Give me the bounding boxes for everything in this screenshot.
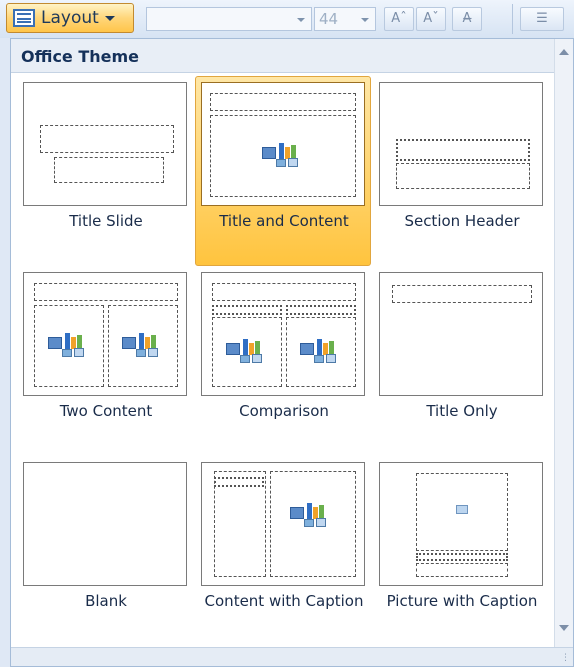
grow-font-label: Aˆ bbox=[391, 11, 407, 26]
caption-placeholder bbox=[214, 471, 266, 577]
layout-tile-content-with-caption[interactable]: Content with Caption bbox=[195, 456, 371, 646]
layout-tile-title-only[interactable]: Title Only bbox=[373, 266, 549, 456]
title-placeholder bbox=[392, 285, 532, 303]
content-icons bbox=[290, 503, 334, 527]
layout-label: Comparison bbox=[239, 402, 329, 420]
layout-tile-two-content[interactable]: Two Content bbox=[17, 266, 193, 456]
layout-tile-title-slide[interactable]: Title Slide bbox=[17, 76, 193, 266]
picture-icon bbox=[456, 505, 468, 514]
bullets-button[interactable]: ☰ bbox=[520, 7, 564, 31]
clear-formatting-button[interactable]: A̶ bbox=[452, 7, 482, 31]
layout-label: Blank bbox=[85, 592, 127, 610]
layout-tile-section-header[interactable]: Section Header bbox=[373, 76, 549, 266]
font-name-combo[interactable] bbox=[146, 7, 312, 31]
content-icons bbox=[300, 339, 344, 363]
layout-label: Picture with Caption bbox=[386, 592, 538, 610]
left-heading-placeholder bbox=[212, 305, 282, 315]
grow-font-button[interactable]: Aˆ bbox=[384, 7, 414, 31]
layout-icon bbox=[13, 9, 35, 27]
content-icons bbox=[48, 333, 92, 357]
clear-formatting-label: A̶ bbox=[462, 11, 472, 26]
layout-thumbnail bbox=[201, 462, 365, 586]
title-placeholder bbox=[212, 283, 356, 301]
layout-gallery-dropdown: Office Theme Title Slide Title and Conte… bbox=[10, 38, 574, 667]
layout-button-label: Layout bbox=[41, 8, 99, 28]
font-size-value: 44 bbox=[319, 10, 339, 28]
layout-label: Content with Caption bbox=[204, 592, 364, 610]
layout-thumbnail bbox=[379, 462, 543, 586]
gallery-scrollbar[interactable] bbox=[554, 39, 573, 649]
scroll-up-icon[interactable] bbox=[559, 49, 569, 55]
section-title: Office Theme bbox=[11, 39, 555, 73]
content-icons bbox=[226, 339, 270, 363]
gallery-footer: ⋮ bbox=[11, 647, 573, 666]
layout-thumbnail bbox=[201, 82, 365, 206]
layout-label: Title Only bbox=[426, 402, 498, 420]
layout-label: Section Header bbox=[404, 212, 520, 230]
layout-tile-blank[interactable]: Blank bbox=[17, 456, 193, 646]
layout-label: Title and Content bbox=[219, 212, 349, 230]
font-size-combo[interactable]: 44 bbox=[314, 7, 376, 31]
layout-label: Two Content bbox=[59, 402, 153, 420]
resize-grip-icon[interactable]: ⋮ bbox=[561, 654, 570, 663]
bullets-icon: ☰ bbox=[536, 11, 548, 26]
title-placeholder bbox=[40, 125, 174, 153]
shrink-font-label: Aˇ bbox=[423, 11, 439, 26]
title-placeholder bbox=[396, 139, 530, 161]
text-placeholder bbox=[396, 163, 530, 189]
layout-thumbnail bbox=[23, 272, 187, 396]
title-placeholder bbox=[34, 283, 178, 301]
ribbon-separator bbox=[512, 4, 513, 34]
layout-thumbnail bbox=[23, 82, 187, 206]
chevron-down-icon bbox=[104, 15, 115, 21]
chevron-down-icon bbox=[297, 18, 305, 22]
layout-thumbnail bbox=[23, 462, 187, 586]
layout-tile-comparison[interactable]: Comparison bbox=[195, 266, 371, 456]
layout-button[interactable]: Layout bbox=[6, 3, 134, 33]
layout-thumbnail bbox=[379, 82, 543, 206]
subtitle-placeholder bbox=[54, 157, 164, 183]
layout-thumbnail bbox=[201, 272, 365, 396]
shrink-font-button[interactable]: Aˇ bbox=[416, 7, 446, 31]
content-icons bbox=[262, 143, 306, 167]
title-placeholder bbox=[210, 93, 356, 111]
content-icons bbox=[122, 333, 166, 357]
layout-label: Title Slide bbox=[69, 212, 143, 230]
layout-thumbnail bbox=[379, 272, 543, 396]
ribbon-toolbar: Layout 44 Aˆ Aˇ A̶ ☰ bbox=[0, 0, 574, 38]
caption-placeholder bbox=[416, 563, 508, 577]
layout-tile-title-and-content[interactable]: Title and Content bbox=[195, 76, 371, 266]
scroll-down-icon[interactable] bbox=[559, 625, 569, 631]
layout-tile-picture-with-caption[interactable]: Picture with Caption bbox=[373, 456, 549, 646]
title-placeholder bbox=[416, 553, 508, 561]
chevron-down-icon bbox=[361, 18, 369, 22]
right-heading-placeholder bbox=[286, 305, 356, 315]
